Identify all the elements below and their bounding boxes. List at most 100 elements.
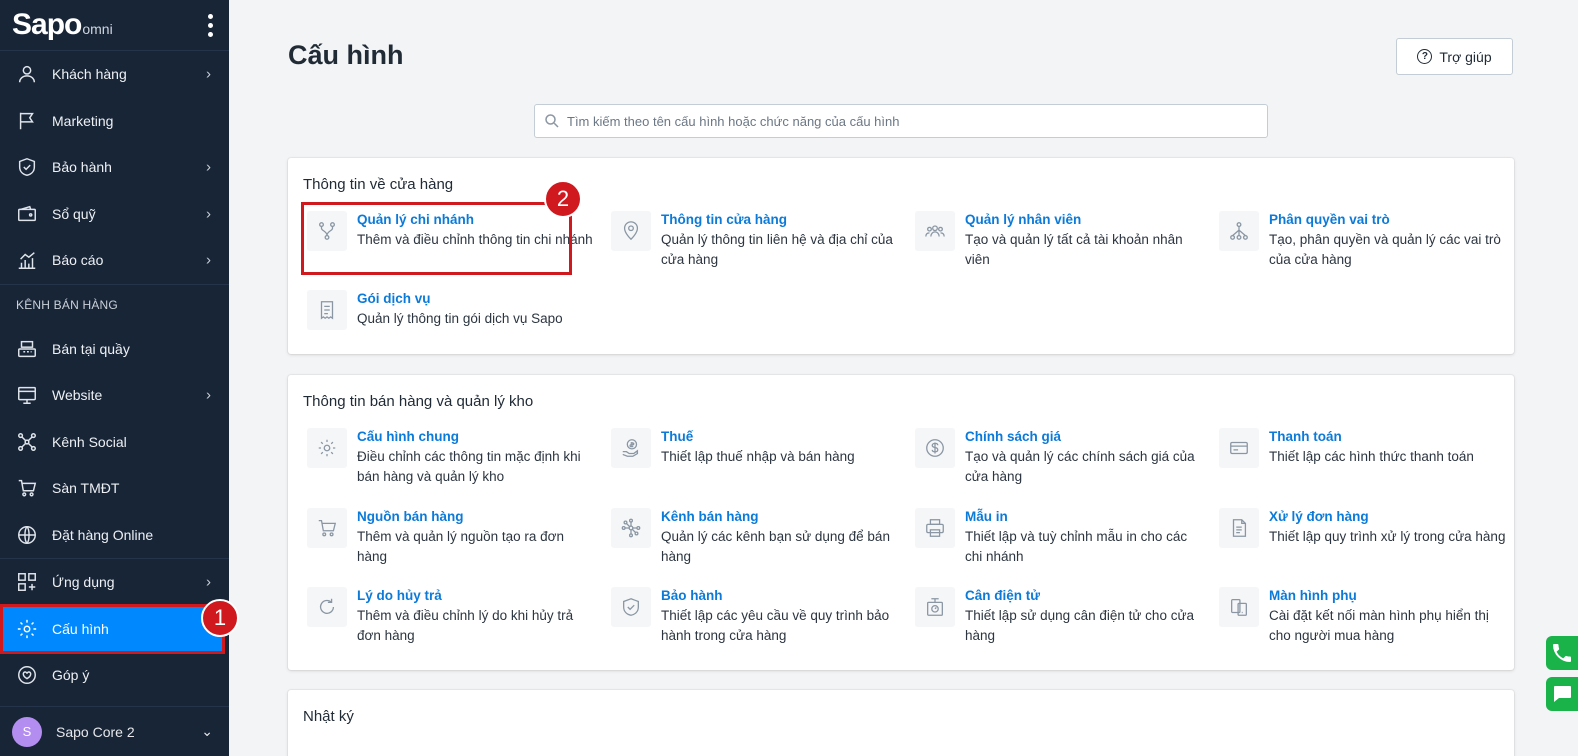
order-doc-icon bbox=[1219, 508, 1259, 548]
sidebar-item-label: Cấu hình bbox=[52, 620, 109, 637]
chevron-right-icon: › bbox=[206, 158, 211, 176]
sidebar-item-gop-y[interactable]: Góp ý bbox=[0, 652, 229, 699]
config-item-desc: Thiết lập sử dụng cân điện tử cho cửa hà… bbox=[965, 608, 1194, 643]
chevron-down-icon: ⌄ bbox=[201, 723, 213, 739]
config-item-roles[interactable]: Phân quyền vai trò Tạo, phân quyền và quả… bbox=[1219, 210, 1509, 270]
config-item-general[interactable]: Cấu hình chung Điều chỉnh các thông tin m… bbox=[307, 427, 597, 487]
sidebar-item-label: Ứng dụng bbox=[52, 574, 115, 591]
search-input[interactable] bbox=[567, 113, 1247, 129]
sidebar-item-marketing[interactable]: Marketing bbox=[0, 98, 229, 145]
section-title: Thông tin bán hàng và quản lý kho bbox=[303, 393, 534, 410]
chat-icon bbox=[1554, 686, 1571, 702]
sidebar: Sapo omni Khách hàng › Marketing Bảo hàn… bbox=[0, 0, 229, 756]
sidebar-item-cau-hinh[interactable]: Cấu hình bbox=[0, 603, 225, 654]
sidebar-item-label: Báo cáo bbox=[52, 252, 104, 269]
sidebar-item-label: Đặt hàng Online bbox=[52, 526, 154, 543]
main-content: Cấu hình ? Trợ giúp Thông tin về cửa hàn… bbox=[229, 0, 1578, 756]
globe-icon bbox=[16, 524, 38, 546]
sidebar-item-label: Góp ý bbox=[52, 667, 90, 684]
sidebar-item-label: Website bbox=[52, 387, 103, 404]
phone-contact-button[interactable] bbox=[1546, 636, 1578, 670]
config-item-desc: Thiết lập quy trình xử lý trong cửa hàng bbox=[1269, 529, 1506, 544]
sidebar-item-khach-hang[interactable]: Khách hàng › bbox=[0, 51, 229, 98]
config-item-cancel-reason[interactable]: Lý do hủy trả Thêm và điều chỉnh lý do kh… bbox=[307, 586, 597, 646]
social-icon bbox=[16, 431, 38, 453]
config-item-order-processing[interactable]: Xử lý đơn hàng Thiết lập quy trình xử lý … bbox=[1219, 507, 1509, 548]
config-item-desc: Tạo và quản lý các chính sách giá của cử… bbox=[965, 449, 1195, 484]
feedback-icon bbox=[16, 664, 38, 686]
config-item-name: Quản lý nhân viên bbox=[965, 212, 1082, 227]
sidebar-item-bao-cao[interactable]: Báo cáo › bbox=[0, 237, 229, 284]
kebab-menu-icon[interactable] bbox=[205, 13, 215, 37]
config-item-store-info[interactable]: Thông tin cửa hàng Quản lý thông tin liên… bbox=[611, 210, 901, 270]
config-item-name: Cấu hình chung bbox=[357, 429, 459, 444]
receipt-icon bbox=[307, 290, 347, 330]
sidebar-item-label: Sàn TMĐT bbox=[52, 480, 120, 497]
config-item-name: Phân quyền vai trò bbox=[1269, 212, 1390, 227]
flag-icon bbox=[16, 110, 38, 132]
sidebar-item-label: Sổ quỹ bbox=[52, 205, 96, 222]
logo-sub: omni bbox=[82, 21, 113, 37]
config-item-warranty[interactable]: Bảo hành Thiết lập các yêu cầu về quy trì… bbox=[611, 586, 901, 646]
chevron-right-icon: › bbox=[206, 251, 211, 269]
config-item-price-policy[interactable]: Chính sách giá Tạo và quản lý các chính s… bbox=[915, 427, 1205, 487]
sidebar-item-san-tmdt[interactable]: Sàn TMĐT bbox=[0, 465, 229, 512]
config-item-desc: Cài đặt kết nối màn hình phụ hiển thị ch… bbox=[1269, 608, 1489, 643]
activity-log-card: Nhật ký bbox=[288, 690, 1514, 756]
cart-icon bbox=[16, 477, 38, 499]
config-item-service-plan[interactable]: Gói dịch vụ Quản lý thông tin gói dịch vụ… bbox=[307, 289, 597, 330]
sidebar-item-ung-dung[interactable]: Ứng dụng › bbox=[0, 559, 229, 606]
config-item-staff[interactable]: Quản lý nhân viên Tạo và quản lý tất cả t… bbox=[915, 210, 1205, 270]
phone-icon bbox=[1553, 644, 1571, 662]
config-item-name: Xử lý đơn hàng bbox=[1269, 509, 1369, 524]
staff-icon bbox=[915, 211, 955, 251]
logo-row: Sapo omni bbox=[0, 0, 229, 50]
config-item-second-screen[interactable]: Màn hình phụ Cài đặt kết nối màn hình phụ… bbox=[1219, 586, 1509, 646]
config-item-desc: Quản lý thông tin gói dịch vụ Sapo bbox=[357, 311, 563, 326]
sidebar-item-kenh-social[interactable]: Kênh Social bbox=[0, 419, 229, 466]
sidebar-item-label: Marketing bbox=[52, 112, 114, 129]
config-item-desc: Thêm và quản lý nguồn tạo ra đơn hàng bbox=[357, 529, 564, 564]
config-item-name: Kênh bán hàng bbox=[661, 509, 759, 524]
config-item-name: Mẫu in bbox=[965, 509, 1008, 524]
config-item-tax[interactable]: Thuế Thiết lập thuế nhập và bán hàng bbox=[611, 427, 901, 468]
logo-main: Sapo bbox=[12, 8, 82, 41]
sidebar-item-label: Kênh Social bbox=[52, 433, 127, 450]
shield-check-icon bbox=[611, 587, 651, 627]
sapo-logo[interactable]: Sapo omni bbox=[12, 8, 113, 42]
config-item-sales-source[interactable]: Nguồn bán hàng Thêm và quản lý nguồn tạo … bbox=[307, 507, 597, 567]
sidebar-item-dat-hang-online[interactable]: Đặt hàng Online bbox=[0, 512, 229, 559]
user-menu[interactable]: S Sapo Core 2 ⌄ bbox=[0, 706, 229, 756]
sidebar-item-label: Khách hàng bbox=[52, 66, 127, 83]
network-icon bbox=[611, 508, 651, 548]
config-item-payment[interactable]: Thanh toán Thiết lập các hình thức thanh … bbox=[1219, 427, 1509, 468]
config-item-desc: Tạo và quản lý tất cả tài khoản nhân viê… bbox=[965, 232, 1183, 267]
chevron-right-icon: › bbox=[206, 573, 211, 591]
search-icon bbox=[545, 114, 559, 128]
sidebar-item-bao-hanh[interactable]: Bảo hành › bbox=[0, 144, 229, 191]
search-box[interactable] bbox=[534, 104, 1268, 138]
config-item-desc: Điều chỉnh các thông tin mặc định khi bá… bbox=[357, 449, 581, 484]
config-item-desc: Quản lý các kênh bạn sử dụng để bán hàng bbox=[661, 529, 890, 564]
config-item-desc: Thiết lập và tuỳ chỉnh mẫu in cho các ch… bbox=[965, 529, 1188, 564]
config-item-desc: Thiết lập các hình thức thanh toán bbox=[1269, 449, 1474, 464]
config-item-print-template[interactable]: Mẫu in Thiết lập và tuỳ chỉnh mẫu in cho … bbox=[915, 507, 1205, 567]
config-item-name: Thuế bbox=[661, 429, 694, 444]
config-item-name: Nguồn bán hàng bbox=[357, 509, 464, 524]
tax-icon bbox=[611, 428, 651, 468]
sidebar-item-ban-tai-quay[interactable]: Bán tại quầy bbox=[0, 326, 229, 373]
location-pin-icon bbox=[611, 211, 651, 251]
user-name: Sapo Core 2 bbox=[56, 723, 135, 740]
wallet-icon bbox=[16, 203, 38, 225]
credit-card-icon bbox=[1219, 428, 1259, 468]
chat-contact-button[interactable] bbox=[1546, 677, 1578, 711]
config-item-sales-channel[interactable]: Kênh bán hàng Quản lý các kênh bạn sử dụn… bbox=[611, 507, 901, 567]
avatar: S bbox=[12, 716, 42, 747]
sidebar-item-website[interactable]: Website › bbox=[0, 372, 229, 419]
help-button[interactable]: ? Trợ giúp bbox=[1396, 38, 1513, 75]
config-item-desc: Thêm và điều chỉnh lý do khi hủy trả đơn… bbox=[357, 608, 574, 643]
sidebar-item-so-quy[interactable]: Sổ quỹ › bbox=[0, 191, 229, 238]
config-item-digital-scale[interactable]: Cân điện tử Thiết lập sử dụng cân điện tử… bbox=[915, 586, 1205, 646]
scale-icon bbox=[915, 587, 955, 627]
help-button-label: Trợ giúp bbox=[1439, 48, 1492, 65]
